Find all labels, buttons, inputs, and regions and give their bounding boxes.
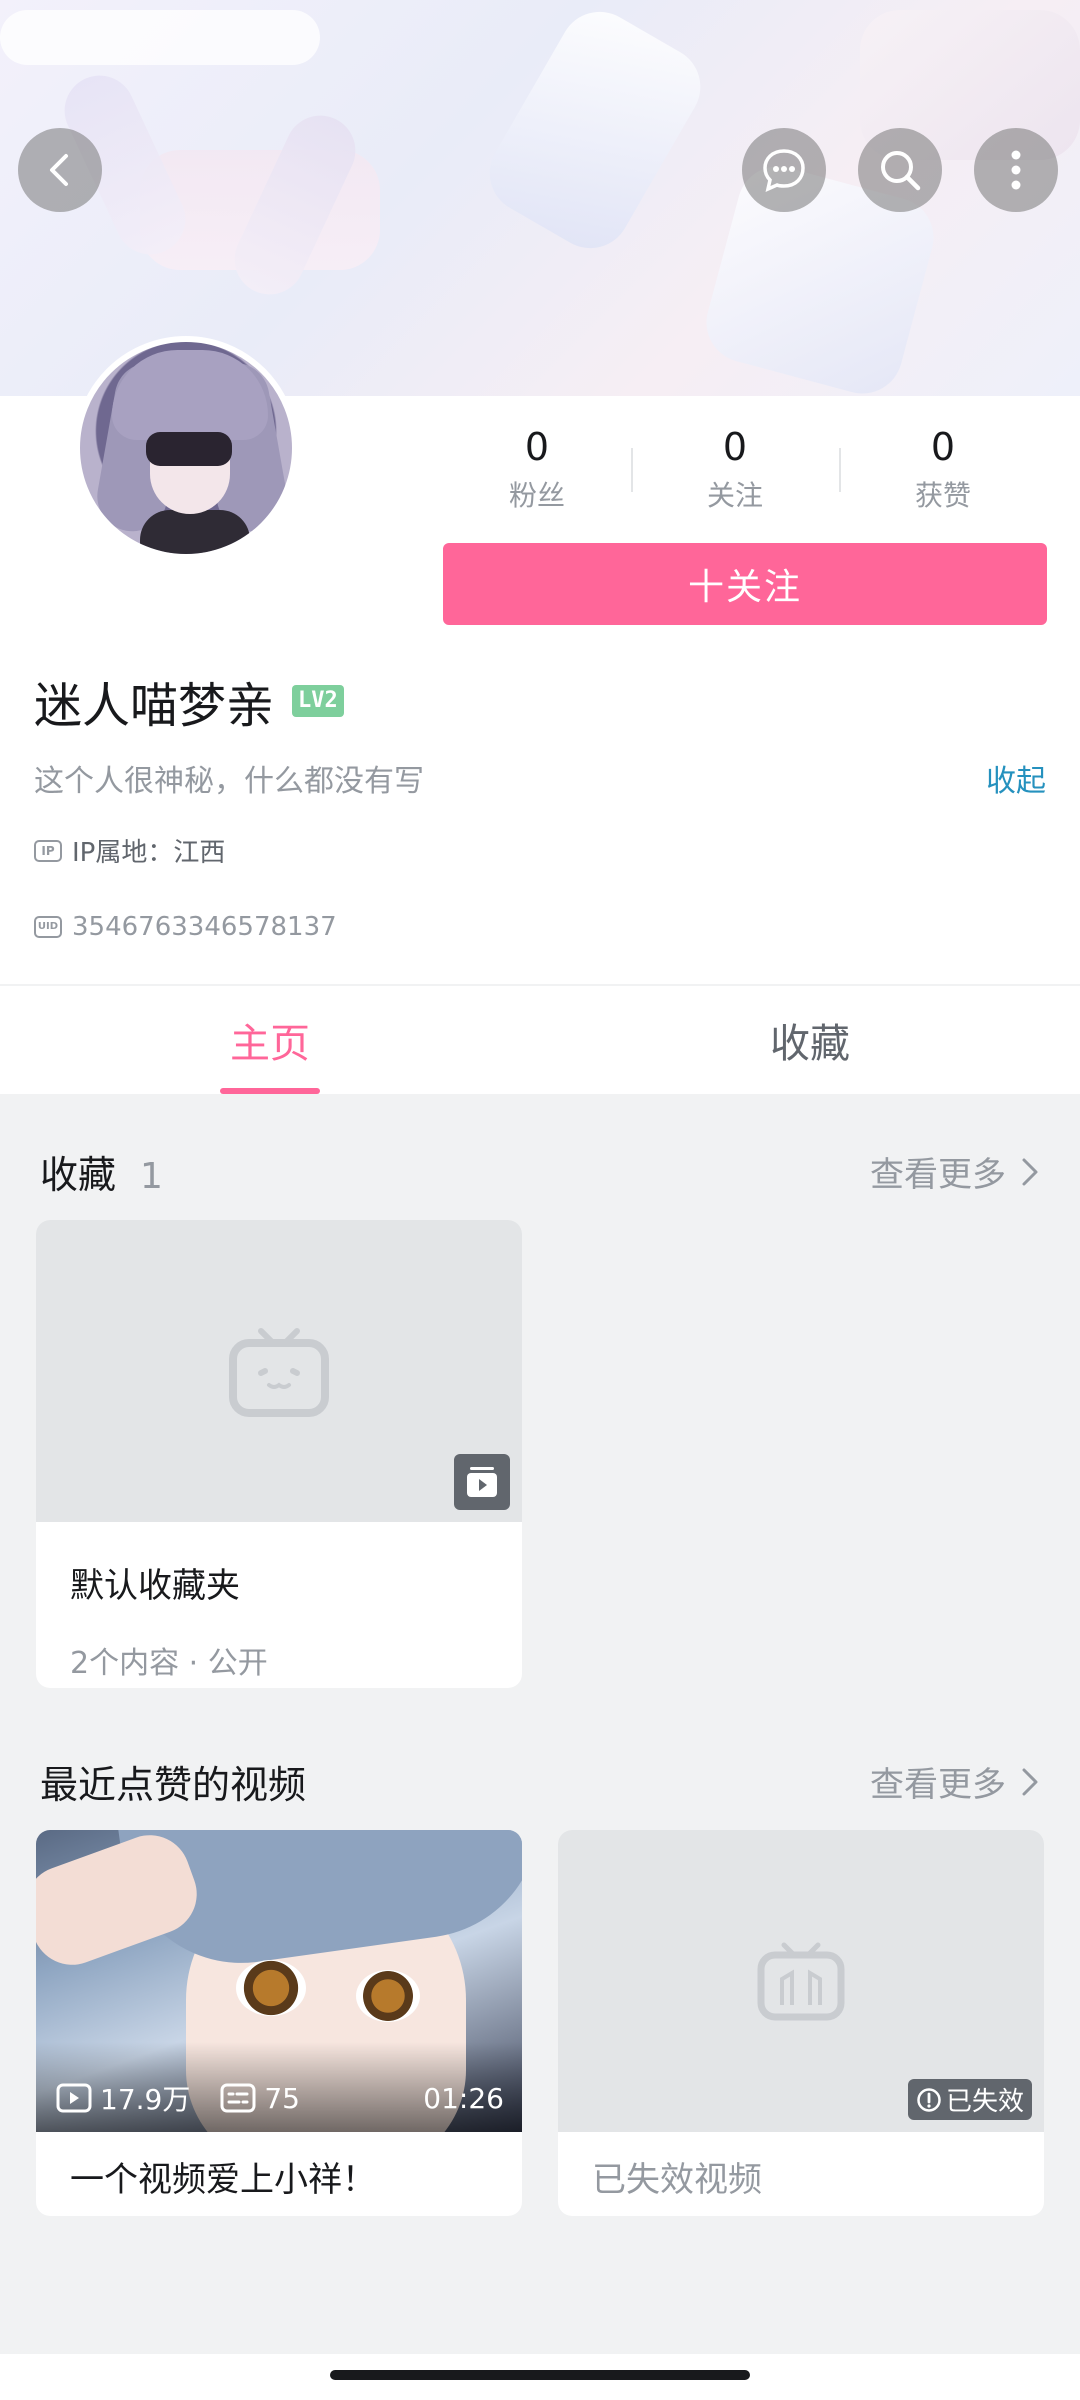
video-thumbnail: 17.9万 75 01:26	[36, 1830, 522, 2132]
stat-following[interactable]: 0 关注	[631, 424, 839, 514]
home-indicator[interactable]	[330, 2370, 750, 2380]
favorites-section-header: 收藏 1 查看更多	[40, 1144, 1040, 1199]
search-button[interactable]	[858, 128, 942, 212]
video-stats: 17.9万 75 01:26	[56, 2078, 504, 2118]
username-row: 迷人喵梦亲 LV2	[34, 666, 344, 736]
collapse-link[interactable]: 收起	[986, 756, 1046, 800]
avatar[interactable]	[74, 336, 298, 560]
see-more-label: 查看更多	[870, 1765, 1006, 1805]
stat-value: 0	[524, 425, 550, 469]
section-title: 收藏	[40, 1153, 117, 1197]
invalid-badge-label: 已失效	[945, 2087, 1024, 2117]
message-button[interactable]	[742, 128, 826, 212]
see-more-link[interactable]: 查看更多	[870, 1757, 1040, 1806]
stat-likes[interactable]: 0 获赞	[839, 424, 1047, 514]
chevron-left-icon	[50, 154, 68, 186]
folder-subtitle: 2个内容 · 公开	[70, 1646, 268, 1681]
video-card[interactable]: 已失效 已失效视频	[558, 1830, 1044, 2216]
tab-favorites[interactable]: 收藏	[540, 986, 1080, 1094]
play-icon	[56, 2083, 92, 2113]
chevron-right-icon	[1022, 1768, 1038, 1795]
ip-icon: IP	[34, 839, 62, 862]
bilibili-tv-icon	[757, 1942, 845, 2021]
ip-location-row: IP IP属地：江西	[34, 832, 225, 869]
tab-label: 主页	[230, 1021, 310, 1067]
folder-badge	[454, 1454, 510, 1510]
bio-text: 这个人很神秘，什么都没有写	[34, 764, 424, 799]
tab-indicator	[220, 1088, 320, 1094]
back-button[interactable]	[18, 128, 102, 212]
stat-value: 0	[930, 425, 956, 469]
tab-label: 收藏	[770, 1021, 850, 1067]
ip-location-text: IP属地：江西	[72, 838, 226, 868]
stat-label: 关注	[706, 479, 763, 512]
tab-home[interactable]: 主页	[0, 986, 540, 1094]
video-duration: 01:26	[423, 2081, 504, 2115]
stat-label: 粉丝	[508, 479, 565, 512]
folder-thumbnail	[36, 1220, 522, 1522]
video-card[interactable]: 17.9万 75 01:26 一个视频爱上小祥！	[36, 1830, 522, 2216]
playlist-icon	[467, 1467, 497, 1497]
stat-divider	[631, 448, 633, 492]
video-title: 已失效视频	[592, 2160, 762, 2200]
folder-title: 默认收藏夹	[70, 1566, 240, 1606]
stats-row: 0 粉丝 0 关注 0 获赞	[443, 424, 1047, 514]
video-title: 一个视频爱上小祥！	[70, 2160, 376, 2200]
view-count: 17.9万	[100, 2083, 191, 2116]
level-badge: LV2	[292, 685, 344, 717]
section-title: 最近点赞的视频	[40, 1763, 307, 1807]
uid-row[interactable]: UID 3546763346578137	[34, 912, 337, 942]
invalid-badge: 已失效	[907, 2079, 1032, 2120]
profile-tabs: 主页 收藏	[0, 984, 1080, 1094]
favorite-folder-card[interactable]: 默认收藏夹 2个内容 · 公开	[36, 1220, 522, 1688]
see-more-label: 查看更多	[870, 1155, 1006, 1195]
chat-bubble-icon	[763, 149, 805, 193]
section-count: 1	[140, 1156, 163, 1197]
chevron-right-icon	[1022, 1158, 1038, 1185]
danmaku-icon	[220, 2083, 256, 2113]
bilibili-tv-icon	[229, 1328, 329, 1417]
danmaku-count: 75	[264, 2081, 300, 2115]
follow-button[interactable]: 十关注	[443, 543, 1047, 625]
stat-divider	[839, 448, 841, 492]
username: 迷人喵梦亲	[34, 678, 275, 734]
liked-section-header: 最近点赞的视频 查看更多	[40, 1754, 1040, 1809]
warning-icon	[917, 2087, 941, 2112]
uid-icon: UID	[34, 916, 62, 938]
stat-fans[interactable]: 0 粉丝	[443, 424, 631, 514]
stat-value: 0	[722, 425, 748, 469]
see-more-link[interactable]: 查看更多	[870, 1147, 1040, 1196]
more-button[interactable]	[974, 128, 1058, 212]
search-icon	[881, 151, 921, 191]
uid-text: 3546763346578137	[72, 912, 337, 942]
stat-label: 获赞	[914, 479, 971, 512]
video-thumbnail: 已失效	[558, 1830, 1044, 2132]
more-vertical-icon	[1011, 150, 1021, 190]
